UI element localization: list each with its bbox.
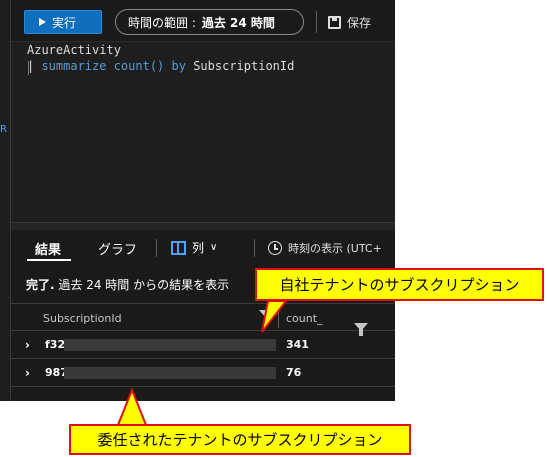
by-token: by: [171, 59, 186, 73]
columns-button[interactable]: 列 ∨: [171, 239, 217, 256]
query-toolbar: 実行 時間の範囲 : 過去 24 時間 保存: [11, 0, 395, 42]
count-cell: 76: [286, 366, 302, 379]
table-row[interactable]: › f32 341: [11, 331, 395, 359]
callout-own-tenant: 自社テナントのサブスクリプション: [255, 268, 544, 301]
table-row[interactable]: › 987 76: [11, 359, 395, 387]
log-analytics-app: R 実行 時間の範囲 : 過去 24 時間 保存 AzureActivity |…: [0, 0, 395, 401]
left-panel-glyph: R: [0, 124, 7, 135]
pipe-token: |: [27, 59, 42, 73]
pane-splitter[interactable]: [11, 222, 395, 230]
results-grid-header: SubscriptionId count_: [11, 303, 395, 336]
callout-delegated-tenant: 委任されたテナントのサブスクリプション: [69, 424, 411, 455]
save-button[interactable]: 保存: [328, 12, 371, 32]
active-tab-indicator: [27, 259, 71, 261]
summarize-token: summarize count(): [41, 59, 165, 73]
status-text: 過去 24 時間 からの結果を表示: [54, 278, 230, 292]
time-range-picker[interactable]: 時間の範囲 : 過去 24 時間: [115, 9, 304, 35]
time-range-label: 時間の範囲 :: [128, 15, 196, 30]
save-icon: [328, 15, 341, 29]
tab-chart[interactable]: グラフ: [98, 239, 137, 258]
results-pane: 結果 グラフ 列 ∨ 時刻の表示 (UTC+ 完了. 過去 24 時間 からの結…: [11, 230, 395, 401]
redaction-mask: [64, 339, 276, 351]
tabs-divider: [156, 239, 157, 257]
save-button-label: 保存: [347, 15, 372, 30]
code-line-1: AzureActivity: [27, 43, 121, 57]
status-message: 完了. 過去 24 時間 からの結果を表示: [26, 276, 229, 293]
time-range-value: 過去 24 時間: [201, 15, 275, 30]
expand-chevron-icon[interactable]: ›: [25, 338, 30, 352]
redaction-mask: [64, 367, 276, 379]
play-icon: [39, 18, 46, 26]
columns-icon: [171, 240, 186, 255]
columns-label: 列: [192, 241, 205, 255]
filter-icon[interactable]: [259, 310, 273, 323]
column-token: SubscriptionId: [193, 59, 295, 73]
clock-icon: [268, 241, 282, 255]
code-line-2: | summarize count() by SubscriptionId: [27, 59, 294, 73]
query-editor[interactable]: AzureActivity | summarize count() by Sub…: [11, 42, 395, 222]
subscription-id-cell: f32: [45, 338, 66, 351]
time-display-button[interactable]: 時刻の表示 (UTC+: [268, 240, 382, 256]
run-button[interactable]: 実行: [24, 10, 102, 34]
column-header-subscriptionid[interactable]: SubscriptionId: [43, 312, 122, 325]
column-resize-handle[interactable]: [278, 308, 279, 328]
text-cursor: [28, 61, 29, 75]
expand-chevron-icon[interactable]: ›: [25, 366, 30, 380]
columns-divider: [254, 239, 255, 257]
time-display-label: 時刻の表示 (UTC+: [288, 242, 382, 255]
toolbar-divider: [316, 11, 317, 33]
tab-results[interactable]: 結果: [35, 239, 61, 258]
chevron-down-icon: ∨: [210, 242, 218, 253]
count-cell: 341: [286, 338, 309, 351]
left-panel-edge: R: [0, 0, 11, 401]
column-header-count[interactable]: count_: [286, 312, 323, 325]
status-complete: 完了.: [26, 278, 55, 292]
run-button-label: 実行: [52, 15, 77, 30]
